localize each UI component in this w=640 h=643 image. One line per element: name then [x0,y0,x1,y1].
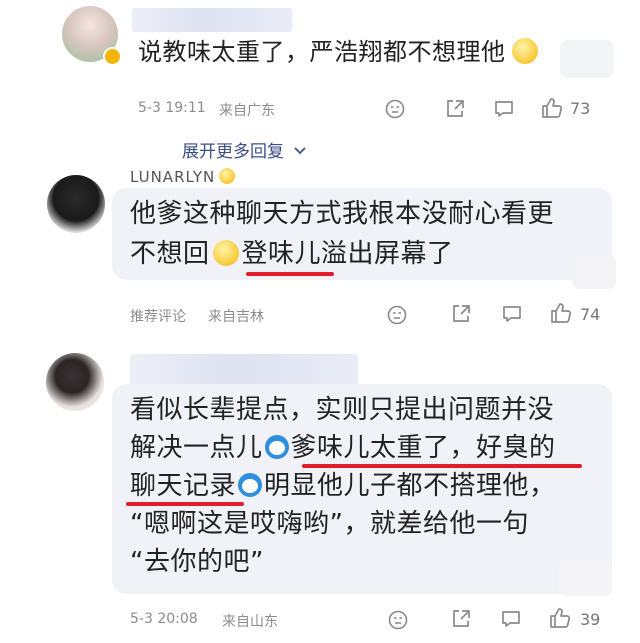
username-blurred[interactable] [130,354,358,386]
username[interactable]: LUNARLYN [130,168,236,186]
like-icon[interactable] [549,301,573,325]
doraemon-emoji-icon [238,473,263,497]
relieved-emoji-icon [212,240,239,266]
comment-text-line-2: 解决一点儿 爹味儿太重了，好臭的 [130,433,556,463]
username-blurred[interactable] [132,8,292,32]
comment-date: 5-3 20:08 [130,611,198,627]
expand-label: 展开更多回复 [182,142,284,162]
comment-text-line-1: 看似长辈提点，实则只提出问题并没 [130,395,555,425]
face-emoji-icon [219,168,236,184]
dislike-icon[interactable] [388,610,408,630]
comment-location: 来自广东 [219,103,275,119]
comment-text: 说教味太重了，严浩翔都不想理他 [138,32,538,72]
sticker-decoration [558,560,612,596]
share-icon[interactable] [444,98,466,120]
sticker-decoration [560,40,614,78]
comment-icon[interactable] [493,98,515,120]
verified-badge-icon [103,47,122,66]
like-count: 39 [580,610,601,629]
highlight-underline [246,272,334,276]
avatar[interactable] [47,175,105,233]
comment-text-line-2: 不想回 登味儿溢出屏幕了 [130,239,454,269]
like-count: 74 [580,305,601,324]
dislike-icon[interactable] [387,305,407,325]
expand-more-replies[interactable]: 展开更多回复 [182,137,307,162]
sweat-emoji-icon [511,38,538,64]
doraemon-emoji-icon [264,435,289,459]
like-icon[interactable] [540,96,564,120]
comment-icon[interactable] [501,303,523,325]
avatar[interactable] [46,353,104,411]
like-icon[interactable] [548,606,572,630]
sticker-decoration [572,255,616,289]
comment-text-line-1: 他爹这种聊天方式我根本没耐心看更 [130,199,555,229]
comment-text-line-4: “嗯啊这是哎嗨哟”，就差给他一句 [130,509,529,539]
like-count: 73 [570,99,591,118]
share-icon[interactable] [450,303,472,325]
comment-icon[interactable] [500,608,522,630]
comment-location: 来自山东 [222,614,278,630]
comment-location: 来自吉林 [208,309,264,325]
chevron-down-icon [294,147,307,155]
comment-text-line-5: “去你的吧” [130,547,264,577]
comment-date: 5-3 19:11 [138,100,206,116]
share-icon[interactable] [450,608,472,630]
dislike-icon[interactable] [385,99,405,119]
comment-tag: 推荐评论 [130,309,186,325]
comment-text-line-3: 聊天记录 明显他儿子都不搭理他， [130,471,556,501]
